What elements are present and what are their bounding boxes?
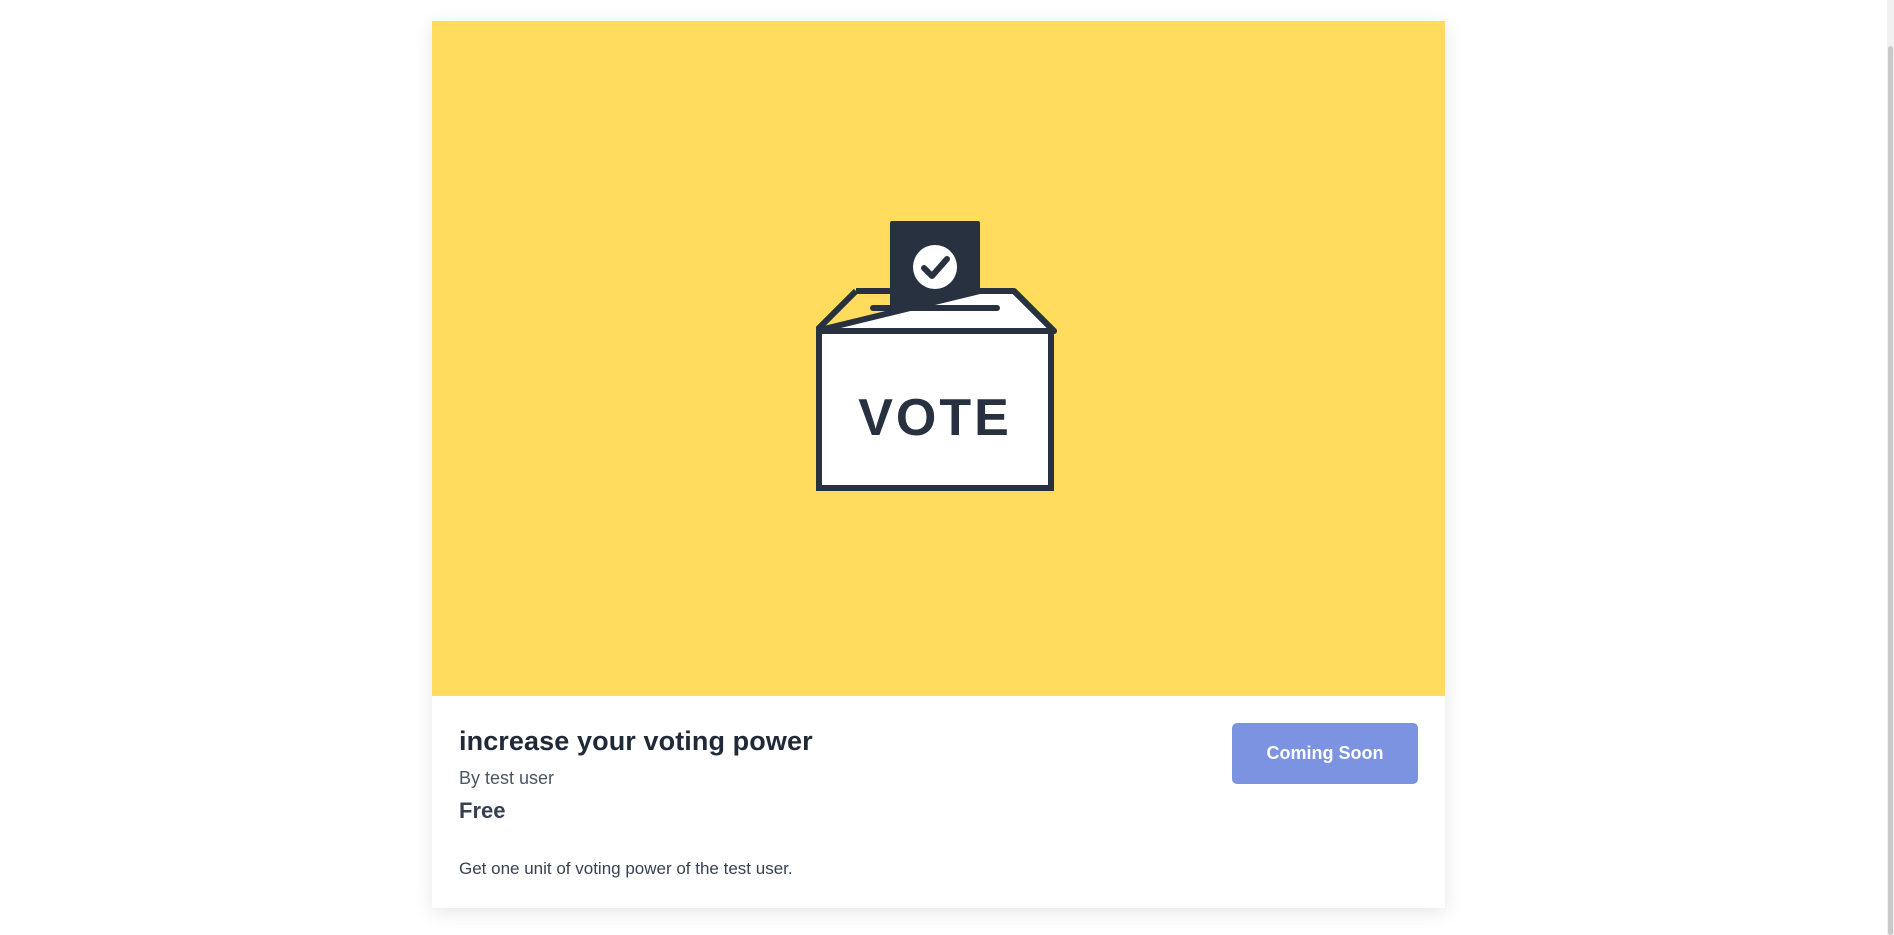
page: VOTE increase your voting power By test … xyxy=(0,0,1894,935)
product-author: By test user xyxy=(459,768,555,788)
product-price: Free xyxy=(459,798,506,823)
product-title: increase your voting power xyxy=(459,726,813,756)
ballot-box-icon: VOTE xyxy=(816,221,1057,491)
product-details: increase your voting power By test user … xyxy=(432,696,1445,908)
product-card: VOTE increase your voting power By test … xyxy=(432,21,1445,908)
page-scrollbar[interactable] xyxy=(1887,0,1894,935)
product-image: VOTE xyxy=(432,21,1445,696)
product-description: Get one unit of voting power of the test… xyxy=(459,859,793,878)
scrollbar-thumb[interactable] xyxy=(1888,46,1893,935)
coming-soon-button[interactable]: Coming Soon xyxy=(1232,723,1418,784)
vote-label: VOTE xyxy=(858,389,1012,447)
